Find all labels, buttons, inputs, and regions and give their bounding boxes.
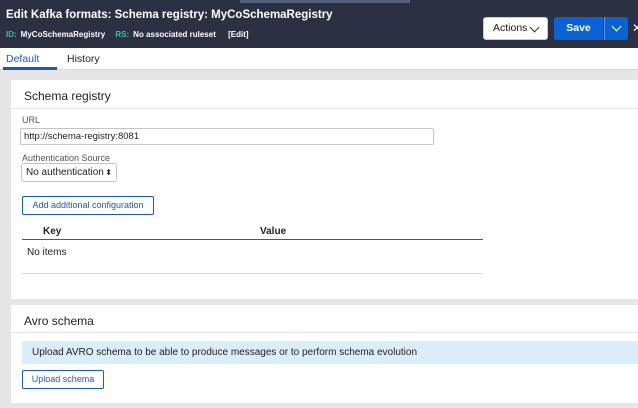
save-button[interactable]: Save	[554, 17, 603, 40]
section-title: Schema registry	[24, 89, 111, 103]
active-tab-indicator	[3, 67, 57, 70]
chevron-down-icon	[611, 21, 622, 32]
section-divider	[11, 108, 638, 109]
page-title: Edit Kafka formats: Schema registry: MyC…	[6, 9, 333, 21]
chevron-down-icon	[529, 22, 540, 33]
close-icon[interactable]: ✕	[632, 22, 638, 34]
actions-label: Actions	[493, 22, 528, 34]
column-header-key: Key	[43, 226, 62, 237]
add-configuration-button[interactable]: Add additional configuration	[22, 196, 154, 215]
rs-value: No associated ruleset	[133, 30, 216, 39]
rule-meta: ID: MyCoSchemaRegistry RS: No associated r…	[6, 30, 249, 39]
rs-label: RS:	[115, 30, 130, 39]
header-top-strip	[240, 0, 410, 3]
info-banner: Upload AVRO schema to be able to produce…	[22, 341, 638, 364]
column-header-value: Value	[260, 226, 287, 237]
auth-source-select[interactable]: No authentication ⬍	[21, 163, 117, 182]
select-arrows-icon: ⬍	[105, 168, 112, 177]
schema-registry-section: Schema registry URL http://schema-regist…	[11, 80, 638, 299]
empty-table-message: No items	[27, 247, 67, 258]
table-bottom-divider	[22, 273, 483, 274]
tab-default[interactable]: Default	[6, 53, 39, 65]
section-title: Avro schema	[24, 314, 94, 328]
url-field[interactable]: http://schema-registry:8081	[20, 128, 434, 145]
tab-bar: Default History	[0, 48, 638, 70]
section-divider	[11, 332, 638, 333]
auth-source-label: Authentication Source	[22, 153, 111, 163]
id-label: ID:	[6, 30, 17, 39]
auth-source-value: No authentication	[26, 167, 104, 178]
upload-schema-button[interactable]: Upload schema	[22, 370, 104, 389]
avro-schema-section: Avro schema Upload AVRO schema to be abl…	[11, 305, 638, 403]
url-label: URL	[22, 115, 41, 125]
edit-ruleset-link[interactable]: [Edit]	[228, 30, 248, 39]
tab-history[interactable]: History	[67, 53, 100, 65]
actions-button[interactable]: Actions	[483, 17, 548, 40]
table-header-divider	[22, 239, 483, 240]
save-options-button[interactable]	[604, 17, 628, 40]
header-bar: Edit Kafka formats: Schema registry: MyC…	[0, 0, 638, 48]
id-value: MyCoSchemaRegistry	[20, 30, 106, 39]
